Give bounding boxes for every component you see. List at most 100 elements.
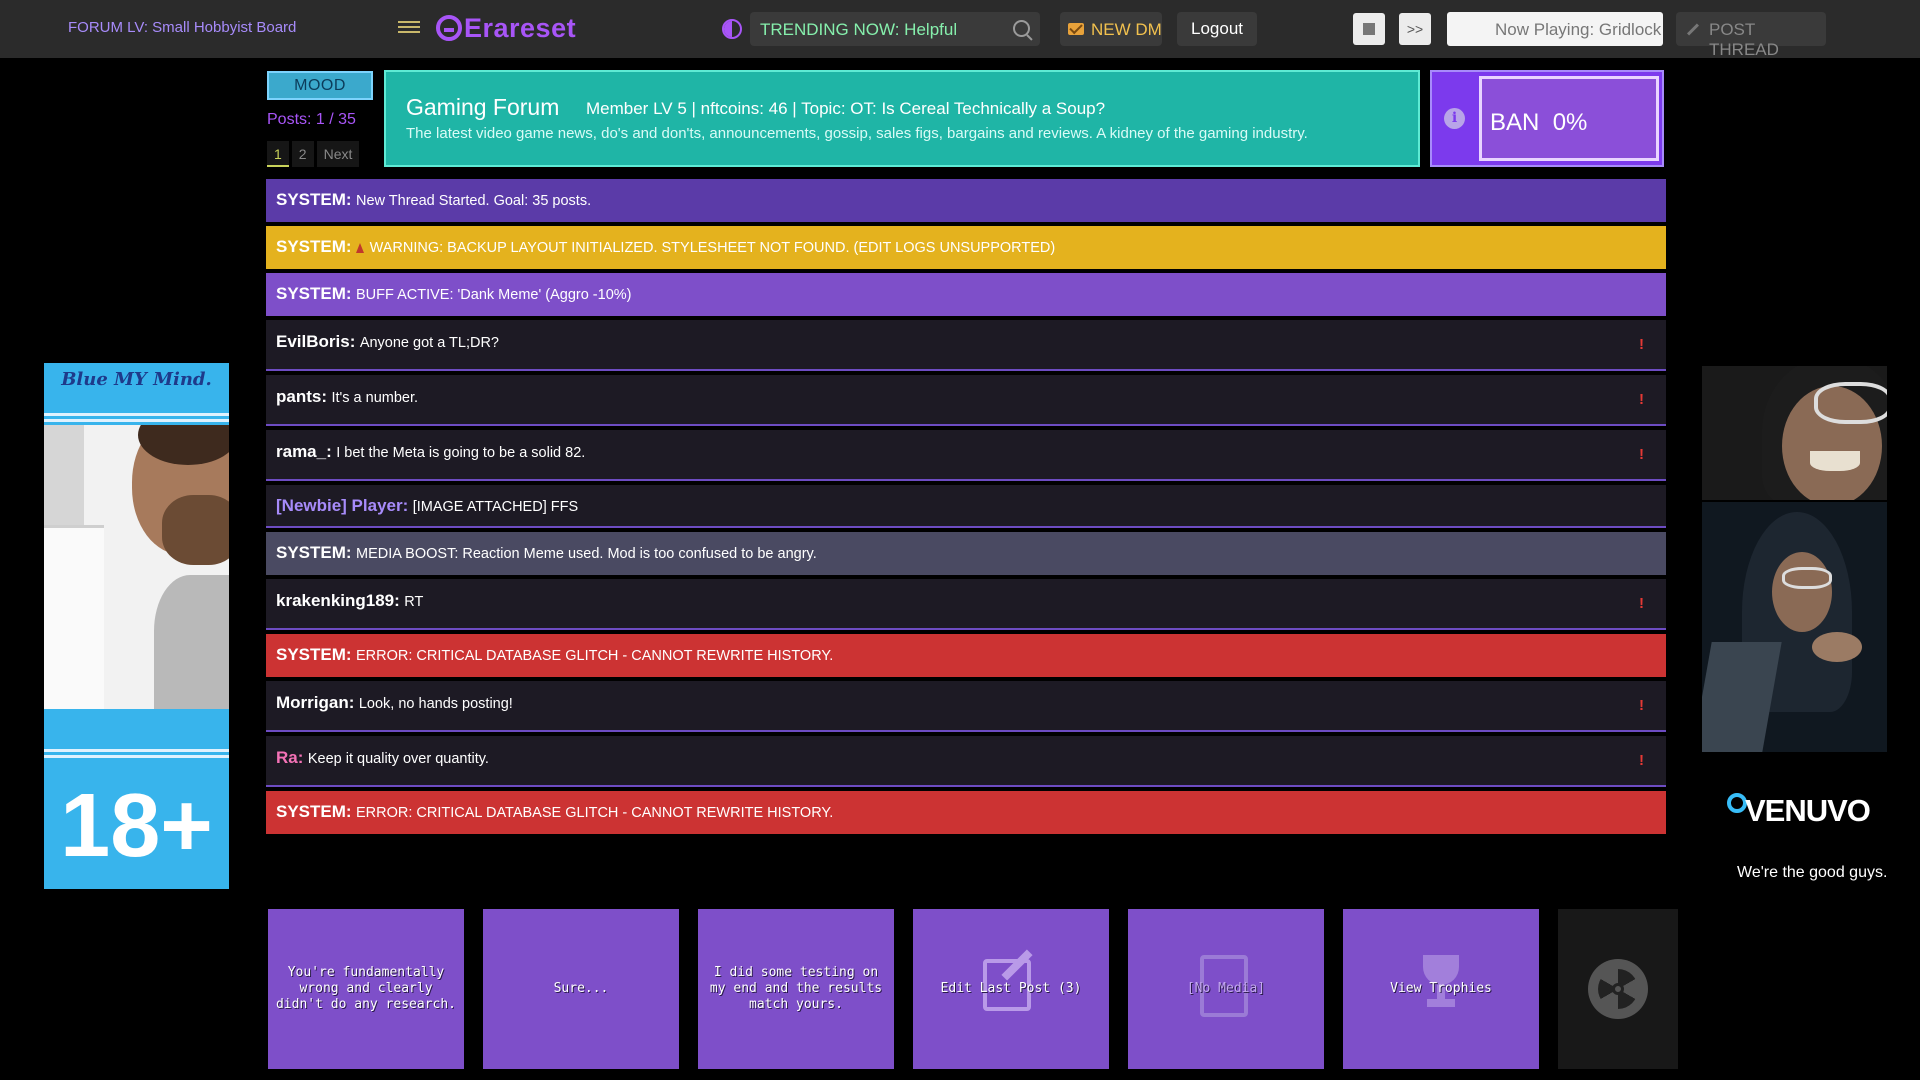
post-author[interactable]: krakenking189: bbox=[276, 591, 400, 610]
logo-mark-icon bbox=[436, 15, 462, 41]
ban-meter: i BAN 0% bbox=[1430, 70, 1664, 167]
user-post: Morrigan: Look, no hands posting! ! bbox=[266, 681, 1666, 732]
post-author[interactable]: rama_: bbox=[276, 442, 332, 461]
post-text: Anyone got a TL;DR? bbox=[359, 335, 499, 351]
post-author: SYSTEM: bbox=[276, 645, 352, 664]
post-text: New Thread Started. Goal: 35 posts. bbox=[356, 193, 592, 209]
ad-divider bbox=[44, 755, 229, 758]
new-dm-button[interactable]: NEW DM bbox=[1060, 12, 1162, 46]
ad-divider bbox=[44, 413, 229, 416]
age-rating: 18+ bbox=[60, 776, 213, 876]
mood-button[interactable]: MOOD bbox=[267, 71, 373, 100]
left-ad-banner[interactable]: Blue MY Mind. 18+ bbox=[44, 363, 229, 889]
logo-text: Erareset bbox=[464, 12, 577, 43]
stop-icon bbox=[1363, 23, 1375, 35]
posts-count: Posts: 1 / 35 bbox=[267, 111, 356, 128]
report-flag-icon[interactable]: ! bbox=[1639, 697, 1644, 714]
post-text: WARNING: BACKUP LAYOUT INITIALIZED. STYL… bbox=[369, 240, 1056, 256]
ad-divider bbox=[44, 419, 229, 422]
user-post: Ra: Keep it quality over quantity. ! bbox=[266, 736, 1666, 787]
post-author: SYSTEM: bbox=[276, 190, 352, 209]
post-author[interactable]: Morrigan: bbox=[276, 693, 354, 712]
post-author[interactable]: pants: bbox=[276, 387, 327, 406]
quick-reply-card[interactable]: You're fundamentally wrong and clearly d… bbox=[268, 909, 464, 1069]
left-ad-title: Blue MY Mind. bbox=[61, 369, 212, 390]
new-dm-label: NEW DM bbox=[1091, 20, 1162, 39]
trending-text: TRENDING NOW: Helpful bbox=[760, 20, 958, 39]
logout-button[interactable]: Logout bbox=[1177, 12, 1257, 46]
no-media-button[interactable]: [No Media] bbox=[1128, 909, 1324, 1069]
post-author[interactable]: EvilBoris: bbox=[276, 332, 355, 351]
quick-reply-label: Edit Last Post (3) bbox=[940, 981, 1082, 996]
report-flag-icon[interactable]: ! bbox=[1639, 595, 1644, 612]
user-post: [Newbie] Player: [IMAGE ATTACHED] FFS bbox=[266, 485, 1666, 528]
thread-feed: SYSTEM: New Thread Started. Goal: 35 pos… bbox=[266, 179, 1666, 838]
report-flag-icon[interactable]: ! bbox=[1639, 391, 1644, 408]
post-author: SYSTEM: bbox=[276, 237, 352, 256]
ban-percentage: 0% bbox=[1552, 109, 1588, 136]
system-message: SYSTEM: ERROR: CRITICAL DATABASE GLITCH … bbox=[266, 791, 1666, 834]
post-text: RT bbox=[404, 594, 424, 610]
ad-divider bbox=[44, 749, 229, 752]
site-logo[interactable]: Erareset bbox=[436, 10, 576, 46]
post-author[interactable]: [Newbie] Player: bbox=[276, 496, 408, 515]
info-icon[interactable]: i bbox=[1444, 108, 1465, 129]
radiation-icon bbox=[1588, 959, 1648, 1019]
forum-meta: Member LV 5 | nftcoins: 46 | Topic: OT: … bbox=[586, 99, 1106, 118]
search-icon[interactable] bbox=[1013, 20, 1030, 37]
radiation-button[interactable] bbox=[1558, 909, 1678, 1069]
right-ad-tagline: We're the good guys. bbox=[1737, 864, 1888, 881]
post-text: ERROR: CRITICAL DATABASE GLITCH - CANNOT… bbox=[356, 805, 834, 821]
report-flag-icon[interactable]: ! bbox=[1639, 446, 1644, 463]
page-link-1[interactable]: 1 bbox=[267, 141, 289, 167]
stop-button[interactable] bbox=[1353, 13, 1385, 45]
user-post: rama_: I bet the Meta is going to be a s… bbox=[266, 430, 1666, 481]
now-playing-field[interactable]: Now Playing: Gridlock bbox=[1447, 12, 1663, 46]
report-flag-icon[interactable]: ! bbox=[1639, 336, 1644, 353]
view-trophies-button[interactable]: View Trophies bbox=[1343, 909, 1539, 1069]
left-ad-photo bbox=[44, 425, 229, 709]
ban-label: BAN 0% bbox=[1490, 109, 1588, 136]
mail-icon bbox=[1068, 23, 1084, 35]
right-ad-photo-top bbox=[1702, 366, 1887, 500]
page-link-2[interactable]: 2 bbox=[291, 141, 314, 167]
post-author: SYSTEM: bbox=[276, 284, 352, 303]
post-thread-button[interactable]: POST THREAD bbox=[1676, 12, 1826, 59]
post-text: BUFF ACTIVE: 'Dank Meme' (Aggro -10%) bbox=[356, 287, 632, 303]
forum-description: The latest video game news, do's and don… bbox=[406, 125, 1308, 142]
now-playing-text: Now Playing: Gridlock bbox=[1495, 20, 1662, 39]
forum-title: Gaming Forum bbox=[406, 94, 560, 120]
user-post: krakenking189: RT ! bbox=[266, 579, 1666, 630]
quick-reply-card[interactable]: Sure... bbox=[483, 909, 679, 1069]
brand-logo-icon bbox=[1727, 793, 1747, 813]
post-text: [IMAGE ATTACHED] FFS bbox=[412, 499, 579, 515]
trending-search[interactable]: TRENDING NOW: Helpful bbox=[750, 12, 1040, 46]
post-text: Keep it quality over quantity. bbox=[307, 751, 489, 767]
report-flag-icon[interactable]: ! bbox=[1639, 752, 1644, 769]
top-bar: FORUM LV: Small Hobbyist Board Erareset … bbox=[0, 0, 1920, 59]
user-post: pants: It's a number. ! bbox=[266, 375, 1666, 426]
post-author: SYSTEM: bbox=[276, 802, 352, 821]
system-message: SYSTEM: MEDIA BOOST: Reaction Meme used.… bbox=[266, 532, 1666, 575]
pagination: 1 2 Next bbox=[267, 141, 360, 167]
post-text: I bet the Meta is going to be a solid 82… bbox=[336, 445, 586, 461]
post-text: Look, no hands posting! bbox=[358, 696, 513, 712]
right-ad-banner[interactable]: VENUVO We're the good guys. bbox=[1697, 363, 1892, 895]
warning-icon bbox=[355, 243, 364, 253]
ban-value-box: BAN 0% bbox=[1479, 76, 1659, 161]
board-title[interactable]: FORUM LV: Small Hobbyist Board bbox=[68, 19, 296, 36]
menu-icon[interactable] bbox=[398, 18, 420, 36]
system-message: SYSTEM: New Thread Started. Goal: 35 pos… bbox=[266, 179, 1666, 222]
post-author[interactable]: Ra: bbox=[276, 748, 303, 767]
contrast-icon[interactable] bbox=[722, 19, 742, 39]
quick-reply-label: I did some testing on my end and the res… bbox=[709, 965, 883, 1012]
quick-reply-card[interactable]: I did some testing on my end and the res… bbox=[698, 909, 894, 1069]
edit-last-post-button[interactable]: Edit Last Post (3) bbox=[913, 909, 1109, 1069]
system-message: SYSTEM: WARNING: BACKUP LAYOUT INITIALIZE… bbox=[266, 226, 1666, 269]
system-message: SYSTEM: ERROR: CRITICAL DATABASE GLITCH … bbox=[266, 634, 1666, 677]
right-ad-photo-bottom bbox=[1702, 502, 1887, 752]
post-text: ERROR: CRITICAL DATABASE GLITCH - CANNOT… bbox=[356, 648, 834, 664]
page-link-next[interactable]: Next bbox=[316, 141, 360, 167]
post-text: MEDIA BOOST: Reaction Meme used. Mod is … bbox=[356, 546, 817, 562]
next-track-button[interactable]: >> bbox=[1399, 13, 1431, 45]
